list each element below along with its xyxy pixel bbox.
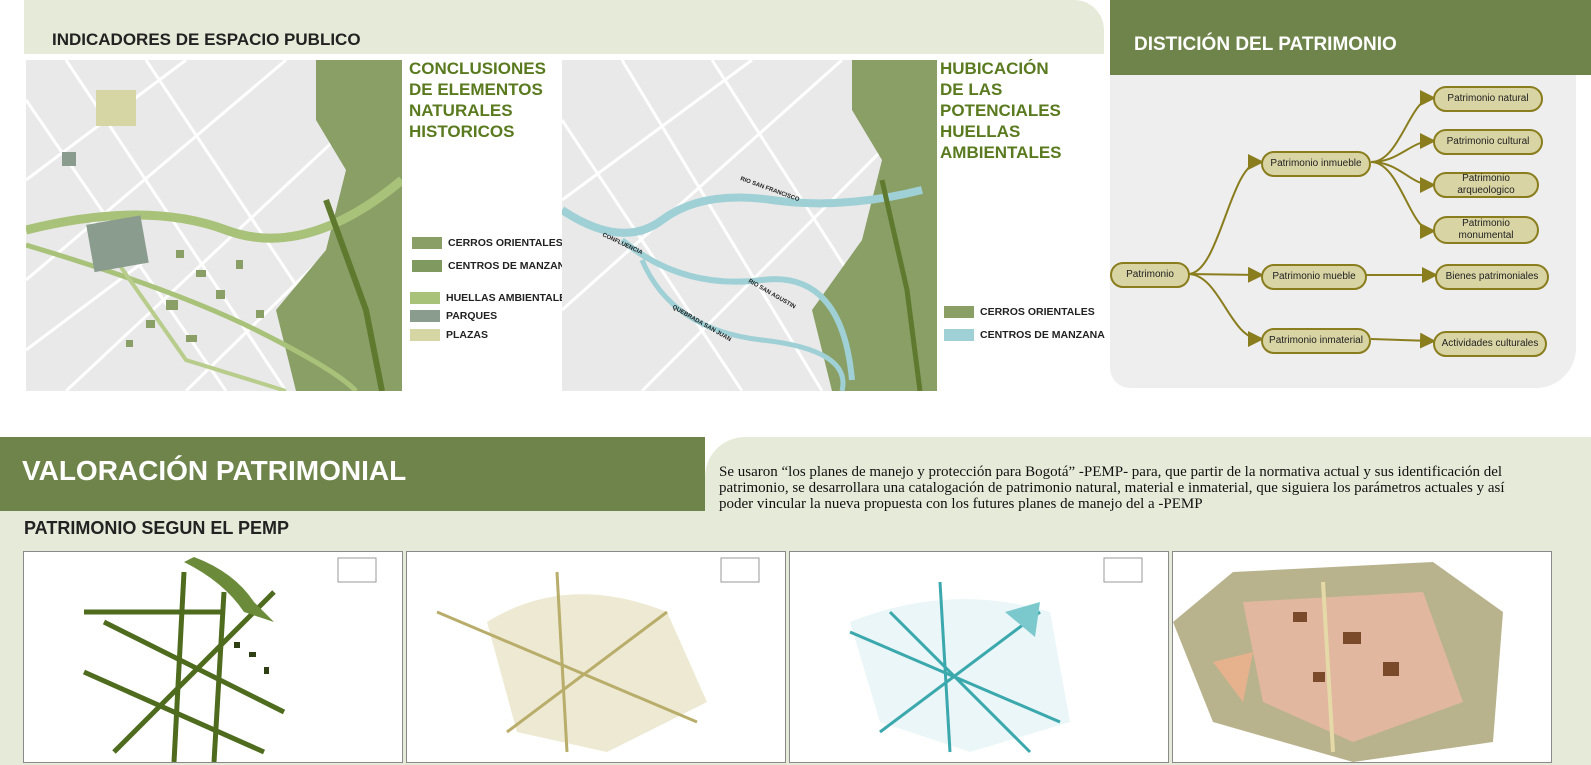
map-2-title-line: HUBICACIÓN — [940, 59, 1049, 78]
pemp-map-2-graphic — [436, 557, 760, 753]
legend-item-parques: PARQUES — [410, 310, 497, 322]
legend-swatch — [412, 260, 442, 272]
map-2-title-line: AMBIENTALES — [940, 143, 1062, 162]
node-mueble: Patrimonio mueble — [1261, 264, 1367, 290]
node-inmaterial: Patrimonio inmaterial — [1261, 328, 1371, 354]
legend-swatch — [410, 329, 440, 341]
pemp-map-3-graphic — [849, 557, 1143, 754]
pemp-map-1 — [23, 551, 403, 763]
map-2-title-line: DE LAS — [940, 80, 1003, 99]
legend-item-cerros: CERROS ORIENTALES — [412, 237, 563, 249]
map-2-graphic: RIO SAN FRANCISCO CONFLUENCIA RIO SAN AG… — [562, 60, 937, 391]
legend-item-centros-2: CENTROS DE MANZANA — [944, 329, 1105, 341]
legend-label: CERROS ORIENTALES — [980, 306, 1095, 318]
node-inmueble: Patrimonio inmueble — [1261, 151, 1371, 177]
map-2-title-line: HUELLAS — [940, 122, 1021, 141]
pemp-map-4-graphic — [1173, 562, 1503, 762]
map-1-graphic — [26, 60, 402, 391]
valoracion-title: VALORACIÓN PATRIMONIAL — [22, 455, 407, 486]
pemp-title: PATRIMONIO SEGUN EL PEMP — [24, 518, 290, 538]
legend-label: PLAZAS — [446, 329, 488, 341]
pemp-map-2 — [406, 551, 786, 763]
map-1-title-line: HISTORICOS — [409, 122, 515, 141]
legend-label: CENTROS DE MANZANA — [980, 329, 1105, 341]
node-actividades: Actividades culturales — [1433, 331, 1547, 357]
legend-label: PARQUES — [446, 310, 498, 322]
legend-swatch — [944, 329, 974, 341]
node-arqueologico: Patrimonio arqueologico — [1433, 172, 1539, 198]
node-patrimonio: Patrimonio — [1110, 262, 1190, 288]
map-1-title-line: NATURALES — [409, 101, 513, 120]
map-2-title: HUBICACIÓN DE LAS POTENCIALES HUELLAS AM… — [940, 58, 1062, 163]
distincion-diagram-panel: Patrimonio Patrimonio inmueble Patrimoni… — [1110, 75, 1576, 388]
legend-label: CENTROS DE MANZANA — [448, 260, 573, 272]
distincion-title: DISTICIÓN DEL PATRIMONIO — [1134, 34, 1397, 55]
legend-item-centros: CENTROS DE MANZANA — [412, 260, 573, 272]
legend-item-plazas: PLAZAS — [410, 329, 488, 341]
legend-label: HUELLAS AMBIENTALES — [446, 292, 574, 304]
legend-item-huellas: HUELLAS AMBIENTALES — [410, 292, 573, 304]
legend-swatch — [410, 310, 440, 322]
valoracion-description: Se usaron “los planes de manejo y protec… — [719, 464, 1505, 512]
legend-swatch — [410, 292, 440, 304]
legend-swatch — [412, 237, 442, 249]
map-huellas-ambientales: RIO SAN FRANCISCO CONFLUENCIA RIO SAN AG… — [562, 60, 937, 391]
pemp-map-1-graphic — [82, 557, 377, 762]
map-1-title-line: CONCLUSIONES — [409, 59, 546, 78]
legend-item-cerros-2: CERROS ORIENTALES — [944, 306, 1095, 318]
node-bienes: Bienes patrimoniales — [1435, 264, 1549, 290]
map-2-title-line: POTENCIALES — [940, 101, 1061, 120]
legend-swatch — [944, 306, 974, 318]
pemp-map-3 — [789, 551, 1169, 763]
map-1-title-line: DE ELEMENTOS — [409, 80, 543, 99]
map-elementos-naturales — [26, 60, 402, 391]
section-title-espacio-publico: INDICADORES DE ESPACIO PUBLICO — [52, 30, 361, 49]
map-1-title: CONCLUSIONES DE ELEMENTOS NATURALES HIST… — [409, 58, 546, 142]
node-natural: Patrimonio natural — [1433, 86, 1543, 112]
node-monumental: Patrimonio monumental — [1433, 216, 1539, 244]
legend-label: CERROS ORIENTALES — [448, 237, 563, 249]
node-cultural: Patrimonio cultural — [1433, 129, 1543, 155]
pemp-map-4 — [1172, 551, 1552, 763]
